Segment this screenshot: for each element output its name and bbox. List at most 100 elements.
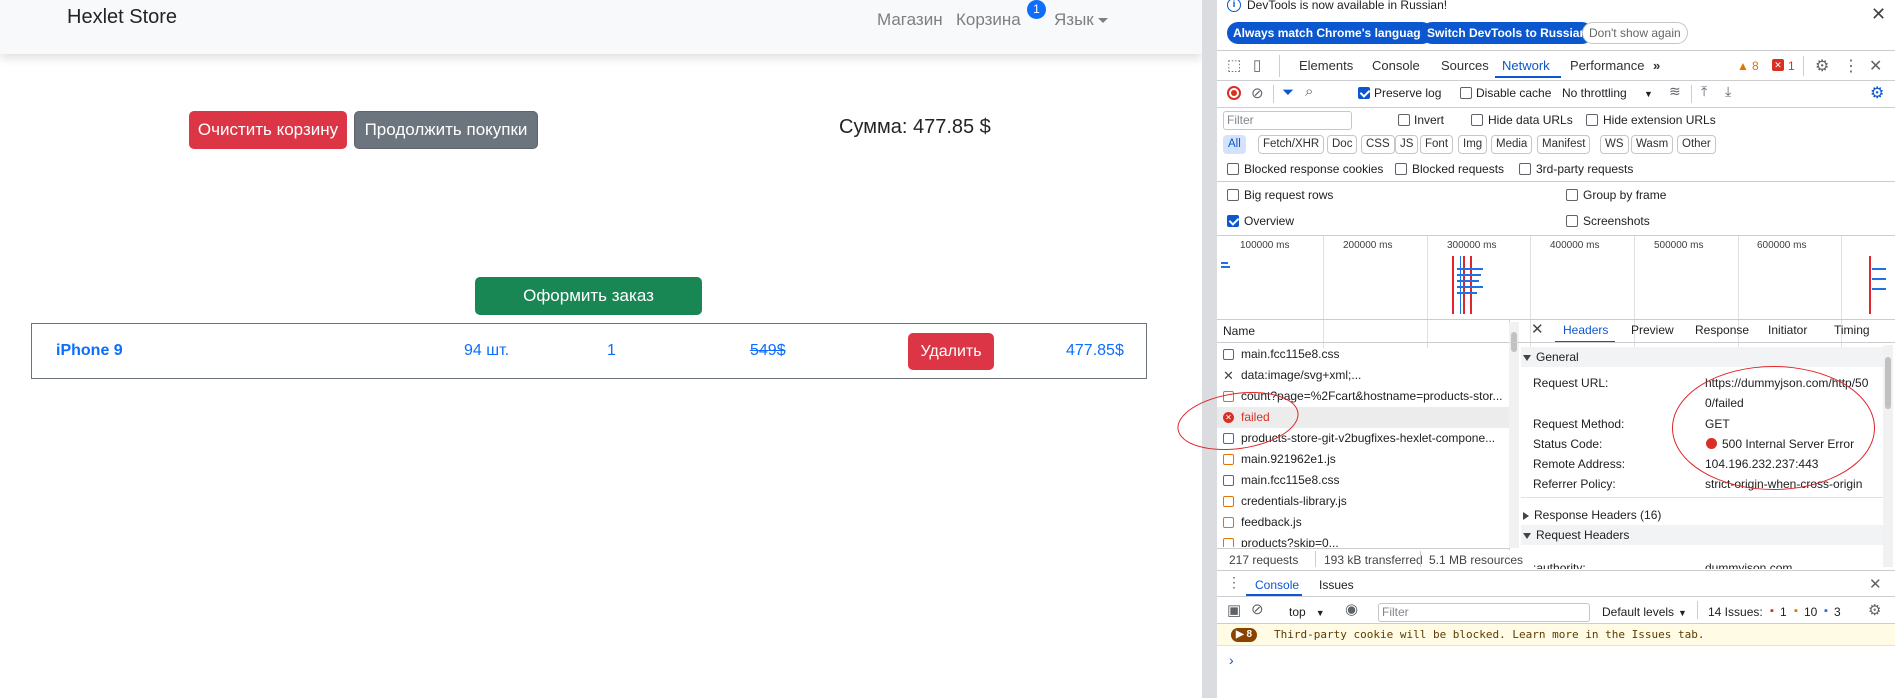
close-banner-icon[interactable]: ✕	[1871, 4, 1886, 25]
blocked-requests-checkbox[interactable]	[1395, 163, 1407, 175]
requests-scrollbar[interactable]	[1509, 322, 1519, 548]
filter-funnel-icon[interactable]: ⏷	[1282, 84, 1294, 101]
hide-data-urls-checkbox[interactable]	[1471, 114, 1483, 126]
device-toolbar-icon[interactable]: ▯	[1253, 56, 1261, 74]
product-name[interactable]: iPhone 9	[56, 342, 123, 360]
errors-count[interactable]: 1	[1788, 59, 1795, 73]
switch-language-button[interactable]: Switch DevTools to Russian	[1421, 22, 1593, 44]
console-settings-icon[interactable]: ⚙	[1868, 601, 1881, 619]
tab-console[interactable]: Console	[1372, 58, 1420, 73]
nav-shop-link[interactable]: Магазин	[877, 10, 943, 30]
filter-img[interactable]: Img	[1458, 135, 1488, 154]
delete-item-button[interactable]: Удалить	[908, 333, 994, 370]
close-drawer-icon[interactable]: ✕	[1869, 575, 1882, 593]
overview-checkbox[interactable]	[1227, 215, 1239, 227]
general-section-header[interactable]: General	[1521, 347, 1883, 367]
filter-font[interactable]: Font	[1420, 135, 1454, 154]
response-headers-section[interactable]: Response Headers (16)	[1523, 508, 1661, 522]
filter-doc[interactable]: Doc	[1327, 135, 1358, 154]
name-column-header[interactable]: Name	[1223, 324, 1255, 338]
filter-js[interactable]: JS	[1395, 135, 1419, 154]
export-har-icon[interactable]: ⤓	[1725, 83, 1731, 100]
filter-manifest[interactable]: Manifest	[1537, 135, 1591, 154]
console-filter-input[interactable]: Filter	[1378, 603, 1590, 622]
close-devtools-icon[interactable]: ✕	[1869, 56, 1882, 76]
dont-show-again-button[interactable]: Don't show again	[1582, 22, 1688, 44]
group-frame-checkbox[interactable]	[1566, 189, 1578, 201]
network-filter-input[interactable]: Filter	[1223, 111, 1352, 130]
detail-tab-timing[interactable]: Timing	[1834, 323, 1870, 337]
search-icon[interactable]: ⌕	[1305, 83, 1313, 100]
screenshots-checkbox[interactable]	[1566, 215, 1578, 227]
import-har-icon[interactable]: ⤒	[1701, 83, 1707, 100]
tab-performance[interactable]: Performance	[1570, 58, 1644, 73]
request-row[interactable]: products?skip=0...	[1217, 533, 1509, 547]
filter-css[interactable]: CSS	[1361, 135, 1395, 154]
match-language-button[interactable]: Always match Chrome's language	[1227, 22, 1434, 44]
preserve-log-checkbox[interactable]	[1358, 87, 1370, 99]
throttling-select[interactable]: No throttling ▼	[1562, 86, 1653, 100]
devtools-splitter[interactable]	[1202, 0, 1217, 698]
issues-label[interactable]: 14 Issues:	[1708, 605, 1763, 619]
filter-fetch-xhr[interactable]: Fetch/XHR	[1258, 135, 1325, 154]
console-prompt-icon[interactable]: ›	[1229, 652, 1234, 668]
big-rows-checkbox[interactable]	[1227, 189, 1239, 201]
console-message-row[interactable]: ▶ 8 Third-party cookie will be blocked. …	[1217, 624, 1895, 646]
tab-elements[interactable]: Elements	[1299, 58, 1353, 73]
detail-tab-preview[interactable]: Preview	[1631, 323, 1674, 337]
disable-cache-checkbox[interactable]	[1460, 87, 1472, 99]
detail-tab-initiator[interactable]: Initiator	[1768, 323, 1807, 337]
language-dropdown[interactable]: Язык	[1054, 10, 1108, 30]
disable-cache-label: Disable cache	[1476, 86, 1552, 100]
network-settings-icon[interactable]: ⚙	[1870, 83, 1884, 103]
settings-gear-icon[interactable]: ⚙	[1815, 56, 1829, 76]
hide-ext-urls-checkbox[interactable]	[1586, 114, 1598, 126]
request-row[interactable]: main.fcc115e8.css	[1217, 344, 1509, 365]
message-repeat-badge[interactable]: ▶ 8	[1231, 628, 1258, 642]
filter-media[interactable]: Media	[1491, 135, 1533, 154]
context-select[interactable]: top ▼	[1289, 605, 1325, 619]
invert-checkbox[interactable]	[1398, 114, 1410, 126]
filter-wasm[interactable]: Wasm	[1631, 135, 1674, 154]
close-details-icon[interactable]: ✕	[1531, 320, 1544, 338]
detail-tab-headers[interactable]: Headers	[1563, 323, 1608, 337]
network-conditions-icon[interactable]: ≋	[1669, 83, 1681, 100]
filter-ws[interactable]: WS	[1600, 135, 1629, 154]
detail-tab-response[interactable]: Response	[1695, 323, 1749, 337]
details-scrollbar[interactable]	[1883, 345, 1893, 567]
tab-network[interactable]: Network	[1502, 58, 1550, 73]
record-icon[interactable]	[1227, 86, 1241, 100]
clear-cart-button[interactable]: Очистить корзину	[189, 111, 347, 149]
blocked-cookies-checkbox[interactable]	[1227, 163, 1239, 175]
warning-icon[interactable]: ▲	[1737, 59, 1749, 73]
checkout-button[interactable]: Оформить заказ	[475, 277, 702, 315]
request-headers-section[interactable]: Request Headers	[1521, 525, 1883, 545]
continue-shopping-button[interactable]: Продолжить покупки	[354, 111, 538, 149]
warnings-count[interactable]: 8	[1752, 59, 1759, 73]
clear-console-icon[interactable]: ⊘	[1251, 600, 1264, 618]
sidebar-toggle-icon[interactable]: ▣	[1227, 601, 1241, 619]
live-expression-eye-icon[interactable]: ◉	[1345, 600, 1358, 618]
request-row[interactable]: main.fcc115e8.css	[1217, 470, 1509, 491]
drawer-tab-console[interactable]: Console	[1255, 578, 1299, 592]
clear-icon[interactable]: ⊘	[1251, 84, 1264, 102]
drawer-menu-icon[interactable]: ⋮	[1227, 574, 1241, 591]
filter-other[interactable]: Other	[1677, 135, 1716, 154]
drawer-tab-issues[interactable]: Issues	[1319, 578, 1354, 592]
request-row[interactable]: main.921962e1.js	[1217, 449, 1509, 470]
log-levels-select[interactable]: Default levels ▼	[1602, 605, 1687, 619]
issue-info-icon: ▪	[1824, 605, 1828, 617]
tab-sources[interactable]: Sources	[1441, 58, 1489, 73]
inspect-element-icon[interactable]: ⬚	[1227, 56, 1241, 74]
preserve-log-label: Preserve log	[1374, 86, 1442, 100]
more-tabs-icon[interactable]: »	[1653, 58, 1660, 73]
more-options-icon[interactable]: ⋮	[1843, 56, 1859, 76]
error-icon[interactable]: ✕	[1772, 59, 1784, 71]
nav-cart-link[interactable]: Корзина	[956, 10, 1021, 30]
filter-all[interactable]: All	[1223, 135, 1246, 154]
brand-logo[interactable]: Hexlet Store	[67, 6, 177, 29]
request-row[interactable]: ✕ data:image/svg+xml;...	[1217, 365, 1509, 386]
third-party-checkbox[interactable]	[1519, 163, 1531, 175]
request-row[interactable]: feedback.js	[1217, 512, 1509, 533]
request-row[interactable]: credentials-library.js	[1217, 491, 1509, 512]
